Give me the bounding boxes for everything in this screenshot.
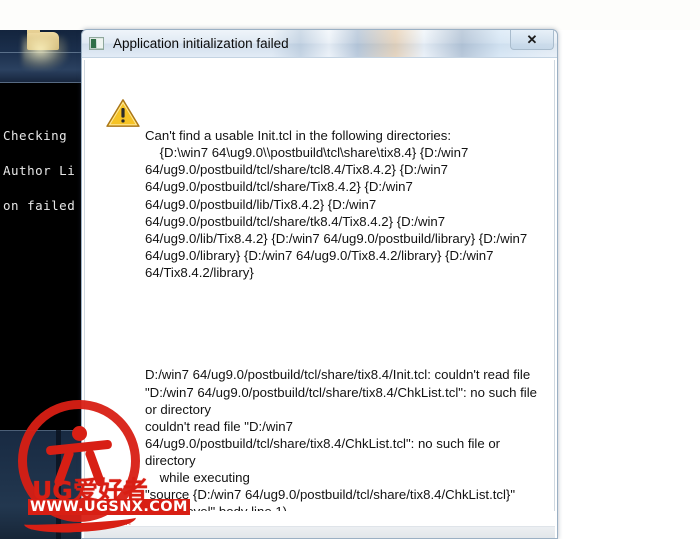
application-initialization-failed-dialog: Application initialization failed ✕ Can'… bbox=[81, 29, 558, 539]
error-message: Can't find a usable Init.tcl in the foll… bbox=[145, 93, 542, 513]
dialog-title: Application initialization failed bbox=[113, 36, 289, 51]
warning-triangle-icon bbox=[106, 98, 140, 128]
dialog-titlebar[interactable]: Application initialization failed ✕ bbox=[82, 30, 557, 58]
error-message-block-2: D:/win7 64/ug9.0/postbuild/tcl/share/tix… bbox=[145, 367, 537, 513]
screen-root: Checking Author Li on failed Application… bbox=[0, 0, 700, 539]
folder-icon[interactable] bbox=[27, 30, 59, 50]
dialog-footer bbox=[82, 511, 557, 538]
error-message-block-1: Can't find a usable Init.tcl in the foll… bbox=[145, 128, 528, 280]
app-window-icon bbox=[89, 37, 104, 50]
console-line-2: Author Li bbox=[3, 163, 76, 178]
close-button[interactable]: ✕ bbox=[510, 30, 554, 50]
desktop-left-region: Checking Author Li on failed bbox=[0, 30, 86, 539]
dialog-footer-bar bbox=[84, 526, 555, 538]
dialog-body: Can't find a usable Init.tcl in the foll… bbox=[84, 60, 555, 513]
desktop-lower-region bbox=[0, 430, 86, 539]
desktop-vertical-stripe bbox=[56, 430, 61, 539]
wallpaper-divider-top bbox=[0, 52, 86, 53]
desktop-seam bbox=[0, 430, 86, 431]
wallpaper-band bbox=[0, 30, 86, 83]
desktop-top-strip bbox=[0, 0, 700, 30]
close-icon: ✕ bbox=[526, 32, 538, 47]
console-line-1: Checking bbox=[3, 128, 68, 143]
console-line-3: on failed bbox=[3, 198, 76, 213]
